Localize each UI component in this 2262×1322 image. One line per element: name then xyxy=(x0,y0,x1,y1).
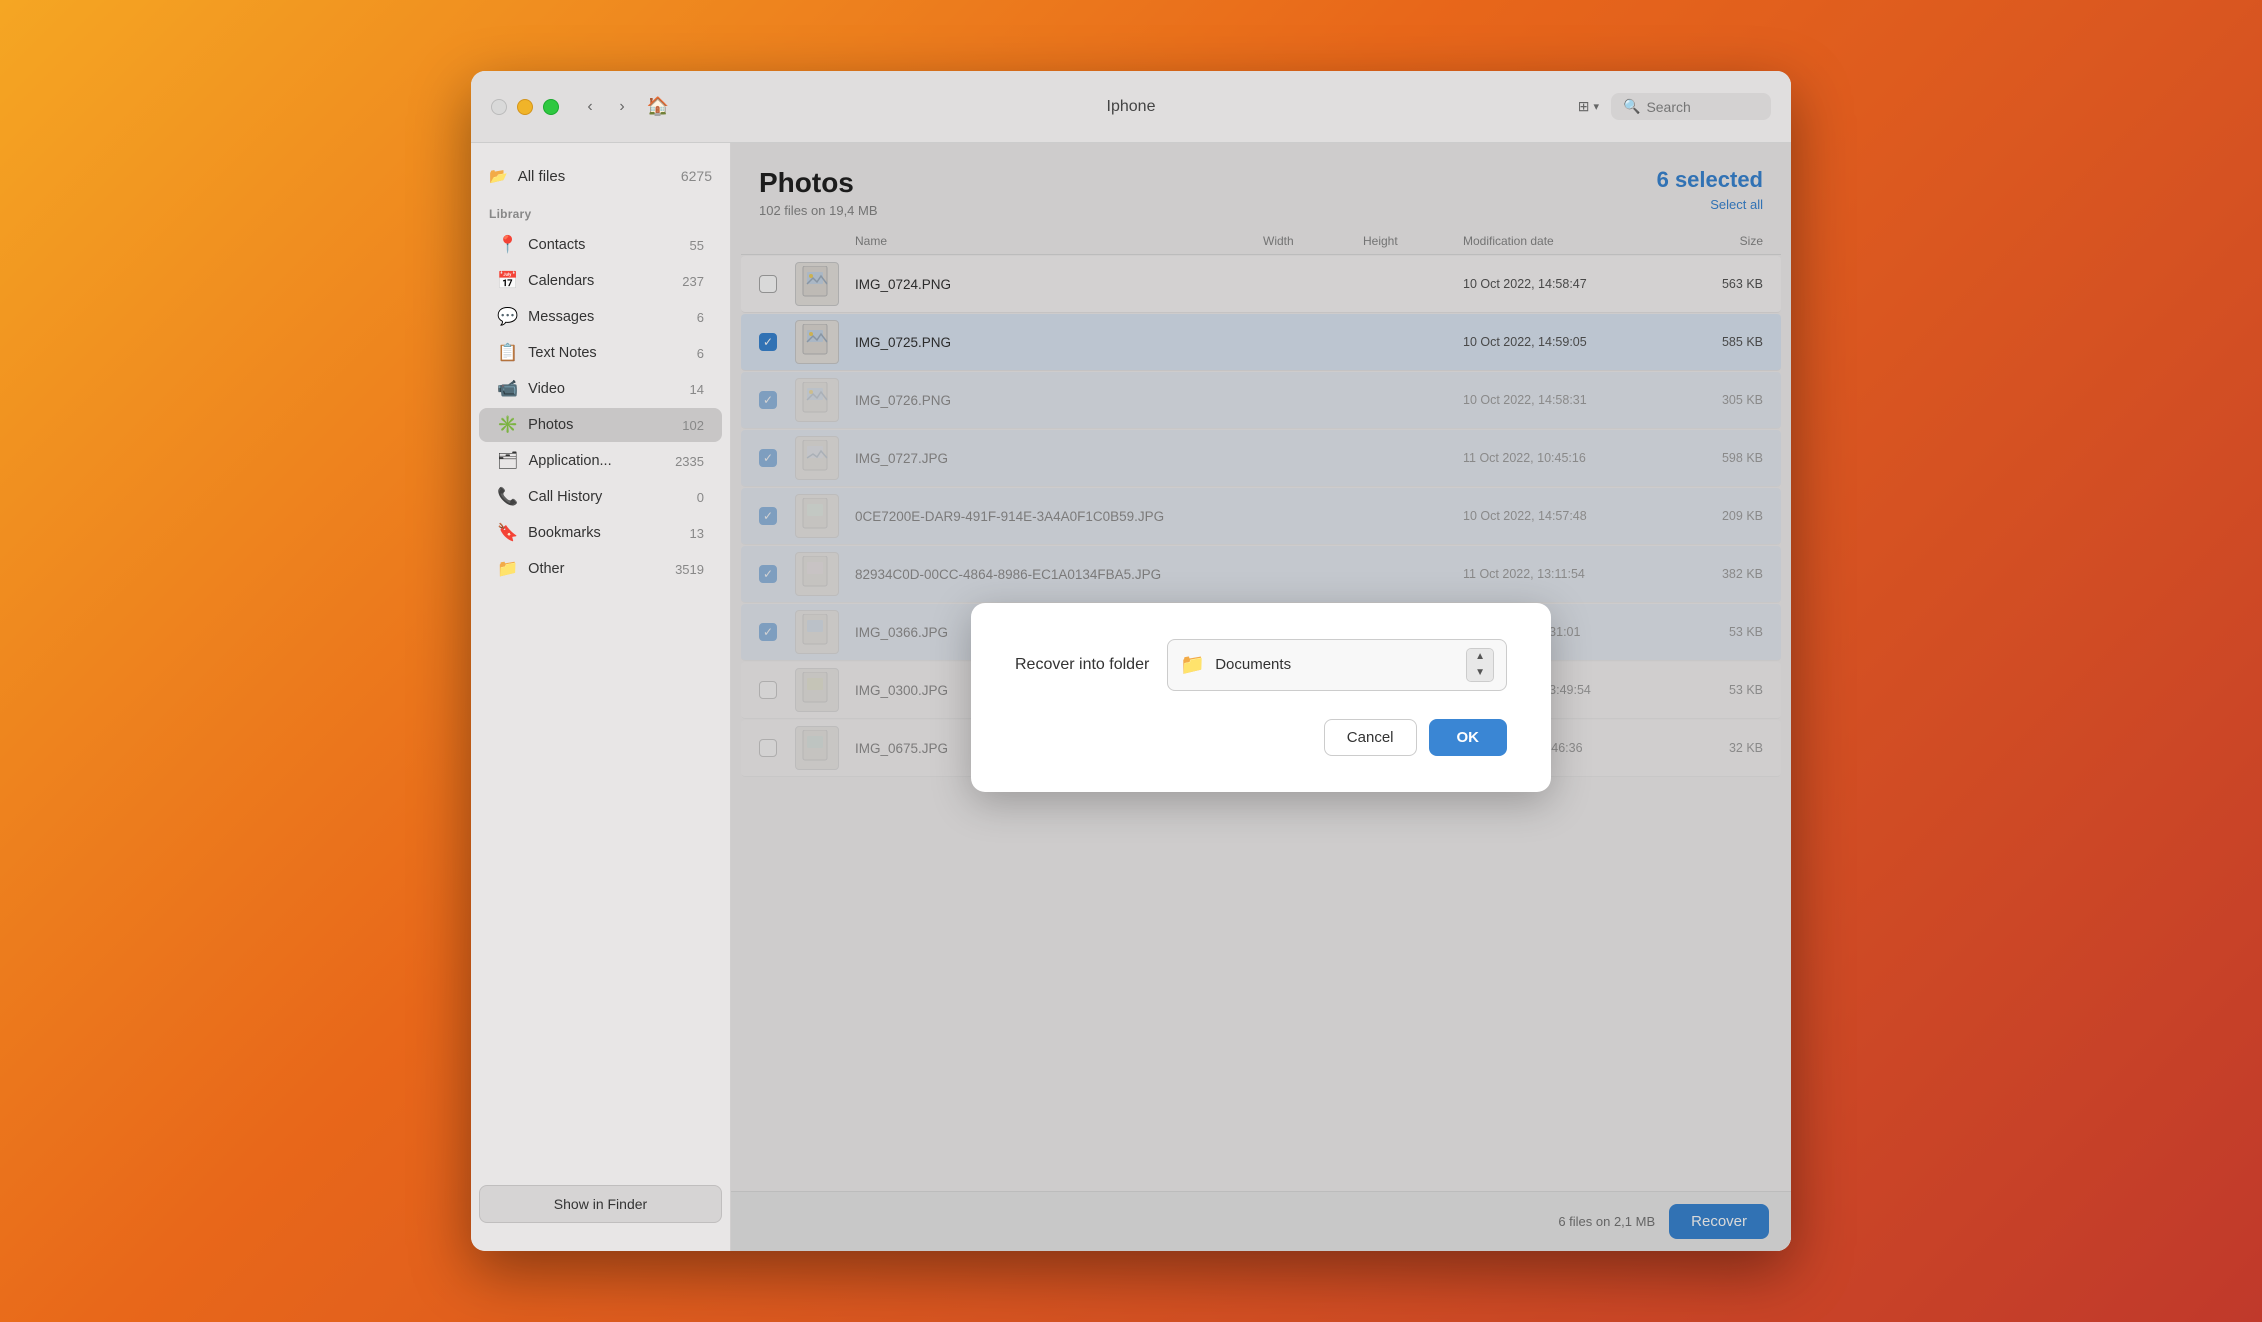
recover-dialog: Recover into folder 📁 Documents ▲ ▼ Canc… xyxy=(971,603,1551,792)
close-button[interactable] xyxy=(491,99,507,115)
folder-icon: 📁 xyxy=(1180,652,1205,677)
view-toggle[interactable]: ⊞ ▾ xyxy=(1578,98,1599,115)
sidebar-item-label: Application... xyxy=(529,453,612,469)
calendars-icon: 📅 xyxy=(497,271,518,291)
sidebar-item-label: Other xyxy=(528,561,564,577)
messages-count: 6 xyxy=(697,310,704,325)
home-button[interactable]: 🏠 xyxy=(645,94,671,120)
sidebar-item-label: Calendars xyxy=(528,273,594,289)
sidebar-item-calendars[interactable]: 📅 Calendars 237 xyxy=(479,264,722,298)
sidebar-item-label: Contacts xyxy=(528,237,585,253)
sidebar: 📂 All files 6275 Library 📍 Contacts 55 📅… xyxy=(471,143,731,1251)
application-icon: 🗂 xyxy=(497,451,519,471)
photos-icon: ✳️ xyxy=(497,415,518,435)
dialog-ok-button[interactable]: OK xyxy=(1429,719,1508,756)
sidebar-item-video[interactable]: 📹 Video 14 xyxy=(479,372,722,406)
messages-icon: 💬 xyxy=(497,307,518,327)
call-history-icon: 📞 xyxy=(497,487,518,507)
video-icon: 📹 xyxy=(497,379,518,399)
contacts-count: 55 xyxy=(690,238,704,253)
sidebar-item-label: Messages xyxy=(528,309,594,325)
stepper-down-button[interactable]: ▼ xyxy=(1467,665,1493,681)
dialog-label: Recover into folder xyxy=(1015,656,1149,674)
photos-count: 102 xyxy=(682,418,704,433)
sidebar-footer: Show in Finder xyxy=(471,1173,730,1235)
text-notes-icon: 📋 xyxy=(497,343,518,363)
sidebar-item-photos[interactable]: ✳️ Photos 102 xyxy=(479,408,722,442)
all-files-label: All files xyxy=(518,168,566,185)
sidebar-item-contacts[interactable]: 📍 Contacts 55 xyxy=(479,228,722,262)
search-bar[interactable]: 🔍 xyxy=(1611,93,1771,120)
back-button[interactable]: ‹ xyxy=(577,94,603,120)
dialog-content-row: Recover into folder 📁 Documents ▲ ▼ xyxy=(1015,639,1507,691)
contacts-icon: 📍 xyxy=(497,235,518,255)
sidebar-item-bookmarks[interactable]: 🔖 Bookmarks 13 xyxy=(479,516,722,550)
all-files-icon: 📂 xyxy=(489,167,508,185)
other-icon: 📁 xyxy=(497,559,518,579)
traffic-lights xyxy=(491,99,559,115)
calendars-count: 237 xyxy=(682,274,704,289)
all-files-count: 6275 xyxy=(681,168,712,184)
stepper-up-button[interactable]: ▲ xyxy=(1467,649,1493,665)
bookmarks-icon: 🔖 xyxy=(497,523,518,543)
sidebar-item-application[interactable]: 🗂 Application... 2335 xyxy=(479,444,722,478)
file-area: Photos 102 files on 19,4 MB 6 selected S… xyxy=(731,143,1791,1251)
dialog-overlay: Recover into folder 📁 Documents ▲ ▼ Canc… xyxy=(731,143,1791,1251)
main-content: 📂 All files 6275 Library 📍 Contacts 55 📅… xyxy=(471,143,1791,1251)
titlebar-right: ⊞ ▾ 🔍 xyxy=(1578,93,1771,120)
folder-stepper[interactable]: ▲ ▼ xyxy=(1466,648,1494,682)
minimize-button[interactable] xyxy=(517,99,533,115)
sidebar-item-label: Call History xyxy=(528,489,602,505)
video-count: 14 xyxy=(690,382,704,397)
show-in-finder-button[interactable]: Show in Finder xyxy=(479,1185,722,1223)
sidebar-item-label: Text Notes xyxy=(528,345,597,361)
sidebar-item-label: Photos xyxy=(528,417,573,433)
sidebar-item-label: Video xyxy=(528,381,565,397)
grid-icon: ⊞ xyxy=(1578,98,1590,115)
nav-buttons: ‹ › xyxy=(577,94,635,120)
sidebar-item-messages[interactable]: 💬 Messages 6 xyxy=(479,300,722,334)
other-count: 3519 xyxy=(675,562,704,577)
sidebar-item-all-files[interactable]: 📂 All files 6275 xyxy=(471,159,730,193)
sidebar-item-other[interactable]: 📁 Other 3519 xyxy=(479,552,722,586)
search-icon: 🔍 xyxy=(1623,98,1640,115)
app-window: ‹ › 🏠 Iphone ⊞ ▾ 🔍 📂 All files 627 xyxy=(471,71,1791,1251)
sidebar-item-label: Bookmarks xyxy=(528,525,601,541)
call-history-count: 0 xyxy=(697,490,704,505)
text-notes-count: 6 xyxy=(697,346,704,361)
sidebar-item-text-notes[interactable]: 📋 Text Notes 6 xyxy=(479,336,722,370)
chevron-down-icon: ▾ xyxy=(1593,100,1599,113)
bookmarks-count: 13 xyxy=(690,526,704,541)
titlebar: ‹ › 🏠 Iphone ⊞ ▾ 🔍 xyxy=(471,71,1791,143)
dialog-buttons: Cancel OK xyxy=(1015,719,1507,756)
window-title: Iphone xyxy=(1107,98,1156,116)
sidebar-item-call-history[interactable]: 📞 Call History 0 xyxy=(479,480,722,514)
folder-selector[interactable]: 📁 Documents ▲ ▼ xyxy=(1167,639,1507,691)
folder-name-label: Documents xyxy=(1215,656,1456,673)
application-count: 2335 xyxy=(675,454,704,469)
dialog-cancel-button[interactable]: Cancel xyxy=(1324,719,1417,756)
search-input[interactable] xyxy=(1646,99,1759,115)
forward-button[interactable]: › xyxy=(609,94,635,120)
library-section-label: Library xyxy=(471,203,730,227)
maximize-button[interactable] xyxy=(543,99,559,115)
